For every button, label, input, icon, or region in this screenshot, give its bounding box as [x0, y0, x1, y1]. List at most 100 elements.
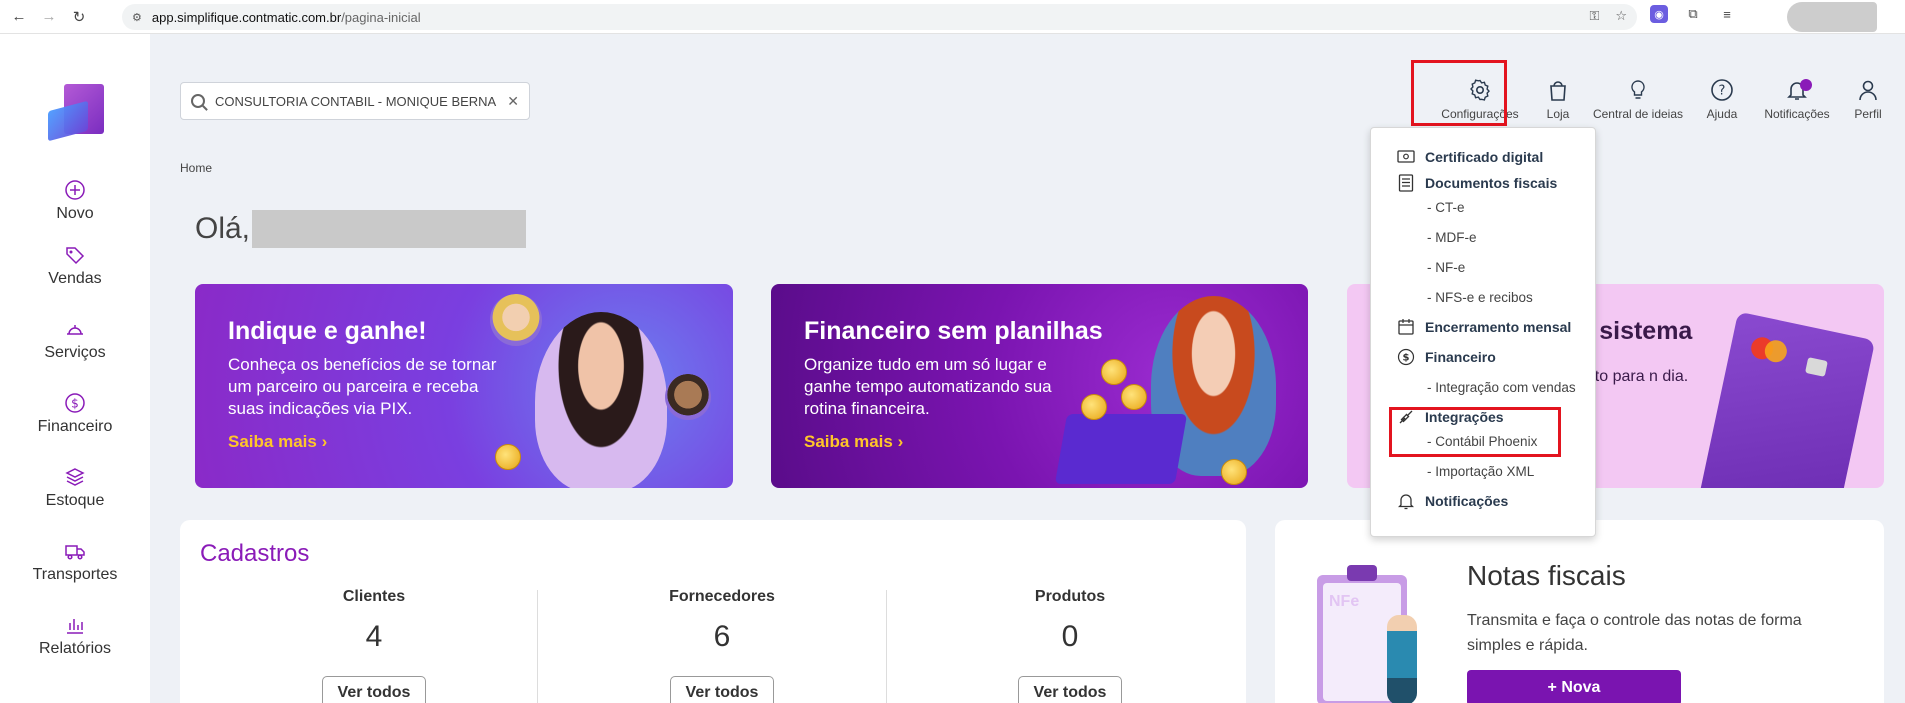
plus-circle-icon — [64, 179, 86, 201]
top-nav-label: Ajuda — [1706, 107, 1738, 121]
menu-item-financeiro[interactable]: $ Financeiro — [1397, 348, 1496, 366]
partner-avatar — [490, 294, 542, 346]
lightbulb-icon — [1590, 78, 1686, 104]
sidebar-item-novo[interactable]: Novo — [0, 179, 150, 223]
company-name: CONSULTORIA CONTABIL - MONIQUE BERNARDES — [215, 93, 497, 109]
sidebar-item-servicos[interactable]: Serviços — [0, 318, 150, 362]
top-nav-central-de-ideias[interactable]: Central de ideias — [1590, 78, 1686, 121]
sidebar-item-label: Vendas — [48, 270, 102, 287]
banner-financeiro[interactable]: Financeiro sem planilhas Organize tudo e… — [771, 284, 1308, 488]
top-nav-label: Central de ideias — [1592, 107, 1684, 121]
breadcrumb[interactable]: Home — [180, 161, 212, 175]
banner-title: Financeiro sem planilhas — [804, 317, 1103, 345]
top-nav-perfil[interactable]: Perfil — [1848, 78, 1888, 121]
puzzle-icon[interactable]: ⧉ — [1684, 5, 1702, 23]
menu-item-encerramento-mensal[interactable]: Encerramento mensal — [1397, 318, 1571, 336]
svg-text:?: ? — [1719, 84, 1726, 99]
notification-badge — [1800, 79, 1812, 91]
saiba-mais-link[interactable]: Saiba mais › — [228, 432, 327, 452]
sidebar-item-label: Financeiro — [37, 418, 113, 435]
cadastro-label: Fornecedores — [669, 588, 775, 605]
forward-icon[interactable]: → — [38, 6, 60, 28]
sidebar-item-label: Transportes — [32, 566, 118, 583]
ver-todos-produtos-button[interactable]: Ver todos — [1018, 676, 1122, 703]
menu-item-certificado[interactable]: Certificado digital — [1397, 148, 1543, 166]
boxes-icon — [64, 466, 86, 488]
menu-item-label: Encerramento mensal — [1425, 319, 1572, 335]
banner-text: Conheça os benefícios de se tornar um pa… — [228, 355, 497, 418]
menu-item-label: Documentos fiscais — [1425, 175, 1558, 191]
cadastro-count: 4 — [365, 620, 383, 653]
url-host: app.simplifique.contmatic.com.br — [151, 9, 342, 25]
sidebar-item-transportes[interactable]: Transportes — [0, 540, 150, 584]
sidebar-item-label: Novo — [56, 205, 94, 222]
top-nav-label: Perfil — [1854, 107, 1882, 121]
sidebar-item-label: Serviços — [44, 344, 106, 361]
address-bar[interactable]: ⚙ app.simplifique.contmatic.com.br/pagin… — [122, 4, 1637, 30]
ver-todos-fornecedores-button[interactable]: Ver todos — [670, 676, 774, 703]
bar-chart-icon — [64, 614, 86, 636]
truck-icon — [64, 540, 86, 562]
bell-icon — [1397, 492, 1415, 510]
chevron-right-icon: › — [897, 432, 904, 451]
sidebar-item-financeiro[interactable]: $ Financeiro — [0, 392, 150, 436]
banner-text: Organize tudo em um só lugar e ganhe tem… — [804, 355, 1052, 418]
browser-toolbar: ← → ↻ ⚙ app.simplifique.contmatic.com.br… — [0, 0, 1905, 34]
reload-icon[interactable]: ↻ — [68, 6, 90, 28]
media-icon[interactable]: ≡ — [1718, 5, 1736, 23]
company-search-input[interactable]: CONSULTORIA CONTABIL - MONIQUE BERNARDES… — [180, 82, 530, 120]
configuracoes-menu: Certificado digital Documentos fiscais -… — [1370, 127, 1596, 537]
menu-item-label: Certificado digital — [1425, 149, 1544, 165]
sidebar-item-relatorios[interactable]: Relatórios — [0, 614, 150, 658]
sidebar-item-estoque[interactable]: Estoque — [0, 466, 150, 510]
link-label: Saiba mais — [804, 432, 893, 451]
menu-item-notificacoes[interactable]: Notificações — [1397, 492, 1508, 510]
partner-avatar — [665, 374, 711, 420]
cadastros-title: Cadastros — [200, 540, 310, 567]
extension-icon[interactable]: ◉ — [1650, 5, 1668, 23]
svg-text:$: $ — [71, 397, 79, 411]
banner-indique[interactable]: Indique e ganhe! Conheça os benefícios d… — [195, 284, 733, 488]
saiba-mais-link[interactable]: Saiba mais › — [804, 432, 903, 452]
laptop-illustration — [1054, 414, 1188, 484]
menu-item-nfe[interactable]: - NF-e — [1427, 260, 1465, 275]
svg-text:$: $ — [1403, 353, 1410, 364]
cadastro-count: 6 — [713, 620, 731, 653]
greeting: Olá, — [195, 210, 527, 248]
top-nav-label: Notificações — [1764, 107, 1830, 121]
chevron-right-icon: › — [321, 432, 328, 451]
browser-profile[interactable] — [1787, 2, 1877, 32]
woman-illustration — [535, 312, 667, 488]
star-icon[interactable]: ☆ — [1615, 8, 1627, 24]
menu-item-cte[interactable]: - CT-e — [1427, 200, 1465, 215]
menu-item-integracao-vendas[interactable]: - Integração com vendas — [1427, 380, 1576, 395]
top-nav-loja[interactable]: Loja — [1538, 78, 1578, 121]
menu-item-importacao-xml[interactable]: - Importação XML — [1427, 464, 1534, 479]
menu-item-nfse[interactable]: - NFS-e e recibos — [1427, 290, 1533, 305]
top-nav-notificacoes[interactable]: Notificações — [1757, 78, 1837, 121]
key-icon[interactable]: ⚿ — [1589, 8, 1599, 24]
sidebar-item-label: Relatórios — [38, 640, 112, 657]
link-label: Saiba mais — [228, 432, 317, 451]
site-info-icon[interactable]: ⚙ — [132, 11, 142, 24]
logo[interactable] — [48, 84, 104, 142]
menu-item-mdfe[interactable]: - MDF-e — [1427, 230, 1477, 245]
help-icon: ? — [1702, 78, 1742, 104]
ver-todos-clientes-button[interactable]: Ver todos — [322, 676, 426, 703]
coin-icon — [1081, 394, 1107, 420]
user-name-redacted — [252, 210, 527, 248]
dollar-circle-icon: $ — [64, 392, 86, 414]
nova-nota-button[interactable]: + Nova — [1467, 670, 1681, 703]
back-icon[interactable]: ← — [8, 6, 30, 28]
menu-item-documentos-fiscais[interactable]: Documentos fiscais — [1397, 174, 1557, 192]
greeting-text: Olá, — [195, 212, 251, 245]
coin-icon — [1101, 359, 1127, 385]
notas-fiscais-title: Notas fiscais — [1467, 560, 1626, 591]
shopping-bag-icon — [1538, 78, 1578, 104]
sidebar-item-vendas[interactable]: Vendas — [0, 244, 150, 288]
certificate-icon — [1397, 148, 1415, 166]
integracoes-highlight — [1389, 407, 1561, 457]
clear-icon[interactable]: ✕ — [507, 93, 519, 110]
top-nav-ajuda[interactable]: ? Ajuda — [1702, 78, 1742, 121]
user-icon — [1848, 78, 1888, 104]
